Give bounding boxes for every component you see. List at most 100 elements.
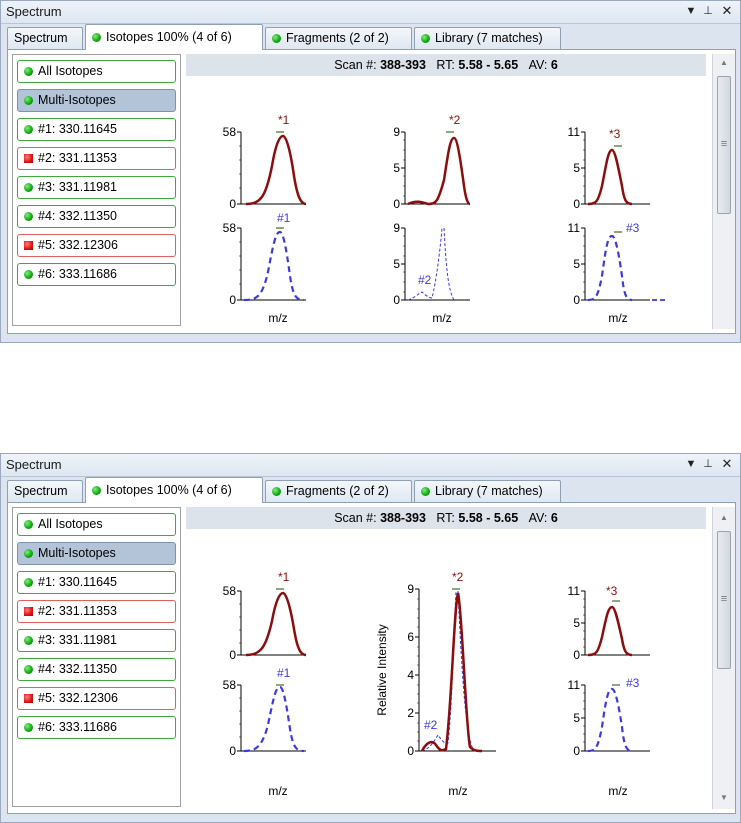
svg-text:*1: *1 <box>278 570 290 584</box>
svg-text:0: 0 <box>573 744 580 758</box>
svg-text:5: 5 <box>573 161 580 175</box>
svg-text:#1: #1 <box>277 666 291 680</box>
svg-text:#1: #1 <box>277 211 291 225</box>
list-item-isotope-1[interactable]: #1: 330.11645 <box>17 118 176 141</box>
status-green-icon <box>24 270 33 279</box>
svg-text:*3: *3 <box>609 127 621 141</box>
pin-icon[interactable]: ⊥ <box>700 456 716 472</box>
theoretical-peak-1 <box>243 685 305 753</box>
svg-text:0: 0 <box>573 197 580 211</box>
list-item-isotope-5[interactable]: #5: 332.12306 <box>17 234 176 257</box>
close-icon[interactable]: ✕ <box>719 456 735 472</box>
list-item-isotope-3[interactable]: #3: 331.11981 <box>17 629 176 652</box>
close-icon[interactable]: ✕ <box>719 3 735 19</box>
tab-spectrum[interactable]: Spectrum <box>7 480 83 502</box>
status-green-icon <box>421 34 430 43</box>
tab-library[interactable]: Library (7 matches) <box>414 27 561 49</box>
tab-bar: Spectrum Isotopes 100% (4 of 6) Fragment… <box>7 24 740 50</box>
observed-peak-2 <box>407 136 471 206</box>
status-green-icon <box>24 96 33 105</box>
dropdown-icon[interactable]: ▼ <box>683 456 699 472</box>
svg-text:#2: #2 <box>418 273 432 287</box>
status-green-icon <box>24 665 33 674</box>
svg-text:0: 0 <box>407 744 414 758</box>
tab-content: All Isotopes Multi-Isotopes #1: 330.1164… <box>7 49 736 334</box>
isotope-list: All Isotopes Multi-Isotopes #1: 330.1164… <box>12 54 181 326</box>
svg-text:9: 9 <box>393 125 400 139</box>
svg-text:0: 0 <box>229 648 236 662</box>
status-red-icon <box>24 154 33 163</box>
panel-title: Spectrum <box>6 457 62 472</box>
svg-text:5: 5 <box>573 257 580 271</box>
svg-text:5: 5 <box>393 257 400 271</box>
svg-text:11: 11 <box>568 584 581 598</box>
svg-text:9: 9 <box>393 221 400 235</box>
status-green-icon <box>24 212 33 221</box>
svg-text:*3: *3 <box>606 584 618 598</box>
list-item-isotope-2[interactable]: #2: 331.11353 <box>17 147 176 170</box>
dropdown-icon[interactable]: ▼ <box>683 3 699 19</box>
svg-text:0: 0 <box>229 197 236 211</box>
panel-title: Spectrum <box>6 4 62 19</box>
list-item-isotope-5[interactable]: #5: 332.12306 <box>17 687 176 710</box>
svg-text:5: 5 <box>573 711 580 725</box>
status-green-icon <box>24 578 33 587</box>
tab-isotopes[interactable]: Isotopes 100% (4 of 6) <box>85 24 263 50</box>
svg-text:0: 0 <box>229 744 236 758</box>
list-item-all-isotopes[interactable]: All Isotopes <box>17 513 176 536</box>
tab-isotopes[interactable]: Isotopes 100% (4 of 6) <box>85 477 263 503</box>
tab-fragments[interactable]: Fragments (2 of 2) <box>265 480 412 502</box>
observed-peak-1 <box>245 591 307 657</box>
list-item-multi-isotopes[interactable]: Multi-Isotopes <box>17 542 176 565</box>
svg-text:#3: #3 <box>626 221 640 235</box>
list-item-isotope-4[interactable]: #4: 332.11350 <box>17 658 176 681</box>
tab-fragments[interactable]: Fragments (2 of 2) <box>265 27 412 49</box>
list-item-isotope-1[interactable]: #1: 330.11645 <box>17 571 176 594</box>
list-item-isotope-6[interactable]: #6: 333.11686 <box>17 263 176 286</box>
svg-text:2: 2 <box>407 706 414 720</box>
spectrum-panel-top: Spectrum ▼ ⊥ ✕ Spectrum Isotopes 100% (4… <box>0 0 741 343</box>
theoretical-peak-2 <box>407 227 455 301</box>
svg-text:11: 11 <box>568 125 581 139</box>
scroll-down-icon[interactable]: ▼ <box>713 793 735 802</box>
status-green-icon <box>92 486 101 495</box>
status-green-icon <box>24 549 33 558</box>
status-red-icon <box>24 241 33 250</box>
svg-text:58: 58 <box>223 584 237 598</box>
svg-text:58: 58 <box>223 678 237 692</box>
svg-text:*2: *2 <box>452 570 464 584</box>
plot-area: Scan #: 388-393 RT: 5.58 - 5.65 AV: 6 58… <box>186 54 706 329</box>
status-green-icon <box>24 183 33 192</box>
status-green-icon <box>24 125 33 134</box>
grip-icon: ≡ <box>720 593 728 605</box>
svg-text:5: 5 <box>393 161 400 175</box>
list-item-all-isotopes[interactable]: All Isotopes <box>17 60 176 83</box>
theoretical-peak-3 <box>587 687 633 753</box>
panel-titlebar: Spectrum ▼ ⊥ ✕ <box>1 1 740 24</box>
theoretical-peak-1 <box>243 230 305 302</box>
svg-text:58: 58 <box>223 125 237 139</box>
svg-text:0: 0 <box>393 293 400 307</box>
list-item-isotope-4[interactable]: #4: 332.11350 <box>17 205 176 228</box>
tab-spectrum[interactable]: Spectrum <box>7 27 83 49</box>
list-item-isotope-2[interactable]: #2: 331.11353 <box>17 600 176 623</box>
scroll-up-icon[interactable]: ▲ <box>713 513 735 522</box>
list-item-multi-isotopes[interactable]: Multi-Isotopes <box>17 89 176 112</box>
vertical-scrollbar[interactable]: ▲ ≡ ▼ <box>712 507 735 809</box>
svg-text:m/z: m/z <box>448 784 467 798</box>
theoretical-peak-3 <box>587 234 633 302</box>
vertical-scrollbar[interactable]: ▲ ≡ <box>712 54 735 329</box>
list-item-isotope-3[interactable]: #3: 331.11981 <box>17 176 176 199</box>
status-green-icon <box>24 636 33 645</box>
pin-icon[interactable]: ⊥ <box>700 3 716 19</box>
tab-library[interactable]: Library (7 matches) <box>414 480 561 502</box>
status-green-icon <box>421 487 430 496</box>
svg-text:#2: #2 <box>424 718 438 732</box>
svg-text:m/z: m/z <box>432 311 451 325</box>
list-item-isotope-6[interactable]: #6: 333.11686 <box>17 716 176 739</box>
status-green-icon <box>272 34 281 43</box>
svg-text:9: 9 <box>407 582 414 596</box>
observed-peak-3 <box>587 605 633 657</box>
scroll-up-icon[interactable]: ▲ <box>713 58 735 67</box>
svg-text:m/z: m/z <box>608 311 627 325</box>
